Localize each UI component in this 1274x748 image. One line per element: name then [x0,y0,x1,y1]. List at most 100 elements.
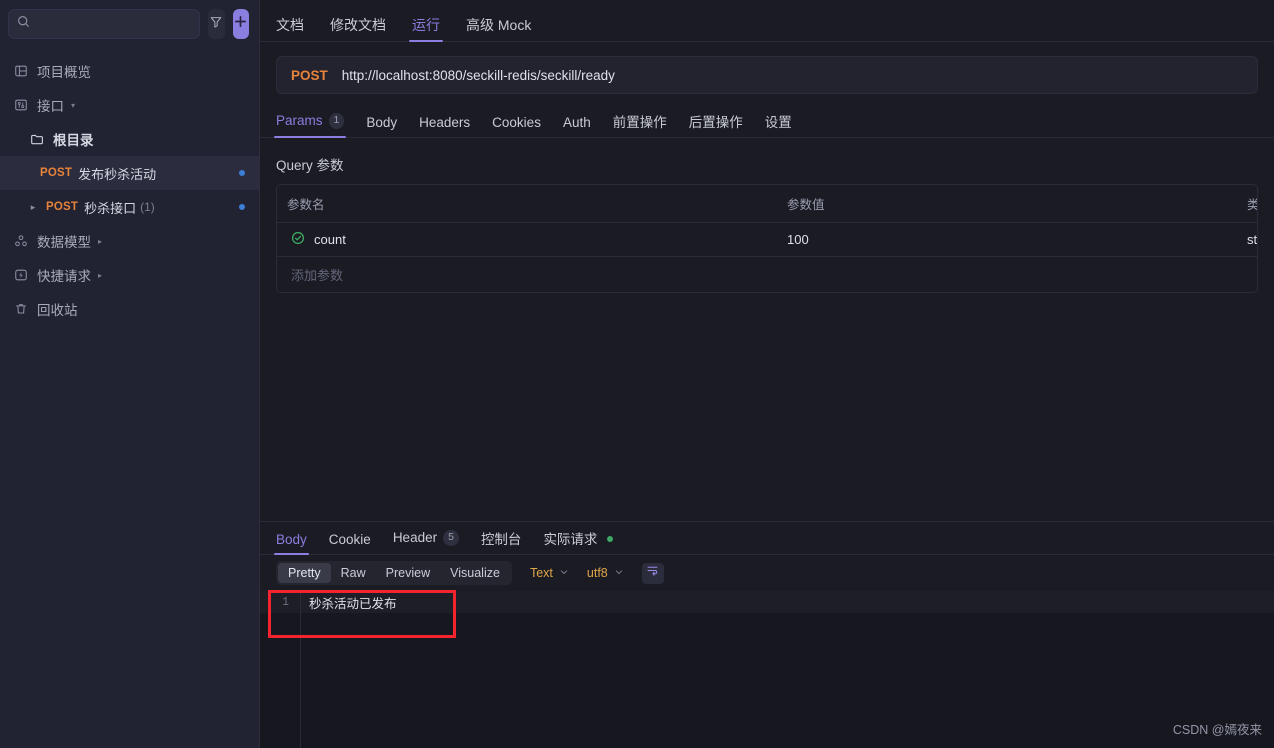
sidebar-toolbar [0,0,259,48]
search-input[interactable] [36,17,191,31]
search-icon [17,15,30,33]
add-button[interactable] [232,9,249,39]
tab-document[interactable]: 文档 [276,18,304,41]
chevron-right-icon[interactable]: ▸ [28,202,38,213]
column-header-type: 类型 [1237,185,1257,223]
chevron-right-icon[interactable]: ▸ [98,237,102,246]
encoding-select[interactable]: utf8 [587,564,624,582]
unsaved-dot-icon [239,204,245,210]
app-root: 项目概览 接口 ▾ 根目录 POST 发布秒杀活动 ▸ POST 秒杀接口 (1… [0,0,1274,748]
response-tab-cookie[interactable]: Cookie [329,532,371,555]
view-mode-pretty[interactable]: Pretty [278,563,331,583]
sidebar-item-label: 根目录 [53,133,94,148]
add-param-row[interactable]: 添加参数 [277,257,1257,293]
filter-icon [209,15,223,34]
sidebar-item-label: 发布秒杀活动 [78,166,157,182]
tab-auth[interactable]: Auth [563,115,591,138]
model-icon [12,234,30,248]
response-tab-header[interactable]: Header 5 [393,530,459,554]
main-panel: 文档 修改文档 运行 高级 Mock POST http://localhost… [260,0,1274,748]
bolt-icon [12,268,30,282]
status-dot-icon [607,536,614,543]
response-tab-console[interactable]: 控制台 [481,532,522,555]
method-label: POST [46,201,79,213]
plus-icon [233,14,248,34]
view-mode-group: Pretty Raw Preview Visualize [276,561,512,585]
sidebar-item-api-seckill[interactable]: ▸ POST 秒杀接口 (1) [0,190,259,224]
sidebar-item-data-models[interactable]: 数据模型 ▸ [0,224,259,258]
tab-params[interactable]: Params 1 [273,113,347,138]
sidebar: 项目概览 接口 ▾ 根目录 POST 发布秒杀活动 ▸ POST 秒杀接口 (1… [0,0,260,748]
add-param-placeholder[interactable]: 添加参数 [277,257,777,293]
request-url-text[interactable]: http://localhost:8080/seckill-redis/seck… [342,68,615,83]
sidebar-item-recycle-bin[interactable]: 回收站 [0,292,259,326]
tab-body[interactable]: Body [366,115,397,138]
response-tabs: Body Cookie Header 5 控制台 实际请求 [260,522,1274,555]
tab-advanced-mock[interactable]: 高级 Mock [466,18,531,41]
params-count-badge: 1 [328,113,345,129]
column-header-value: 参数值 [777,185,1237,223]
chevron-down-icon [559,564,569,582]
url-bar-wrapper: POST http://localhost:8080/seckill-redis… [260,42,1274,104]
trash-icon [12,302,30,316]
wrap-lines-icon [646,564,659,582]
response-toolbar: Pretty Raw Preview Visualize Text utf8 [260,555,1274,591]
layout-icon [12,64,30,78]
gutter-divider [300,591,301,748]
view-mode-preview[interactable]: Preview [376,563,440,583]
view-mode-raw[interactable]: Raw [331,563,376,583]
watermark-text: CSDN @嫣夜来 [1172,723,1262,737]
tab-cookies[interactable]: Cookies [492,115,541,138]
chevron-down-icon[interactable]: ▾ [71,101,75,110]
sidebar-item-label: 快捷请求 [37,269,91,284]
request-body-spacer [260,293,1274,521]
query-params-table: 参数名 参数值 类型 count [276,184,1258,293]
view-mode-visualize[interactable]: Visualize [440,563,510,583]
sidebar-tree: 项目概览 接口 ▾ 根目录 POST 发布秒杀活动 ▸ POST 秒杀接口 (1… [0,48,259,326]
param-name-value[interactable]: count [314,232,346,247]
folder-icon [28,132,46,147]
search-box[interactable] [8,9,200,39]
sidebar-item-label: 数据模型 [37,235,91,250]
tab-label: Params [276,113,323,129]
param-type-cell[interactable]: string [1237,222,1257,257]
response-body-editor[interactable]: 1 秒杀活动已发布 CSDN @嫣夜来 [260,590,1274,748]
tab-headers[interactable]: Headers [419,115,470,138]
check-circle-icon[interactable] [291,231,305,248]
response-tab-actual-request[interactable]: 实际请求 [543,531,614,555]
tab-edit-document[interactable]: 修改文档 [330,18,386,41]
tab-pre-operation[interactable]: 前置操作 [613,115,667,138]
format-select[interactable]: Text [530,564,569,582]
chevron-down-icon [614,564,624,582]
tab-post-operation[interactable]: 后置操作 [689,115,743,138]
sidebar-item-api-publish-seckill[interactable]: POST 发布秒杀活动 [0,156,259,190]
editor-line[interactable]: 1 秒杀活动已发布 [260,591,1274,613]
format-select-value: Text [529,566,553,580]
url-bar[interactable]: POST http://localhost:8080/seckill-redis… [276,56,1258,94]
sidebar-item-root-folder[interactable]: 根目录 [0,122,259,156]
line-content[interactable]: 秒杀活动已发布 [300,593,397,612]
sidebar-item-label: 秒杀接口 [84,200,137,216]
tab-label: 实际请求 [543,531,598,547]
sidebar-item-quick-request[interactable]: 快捷请求 ▸ [0,258,259,292]
sidebar-item-count: (1) [140,200,155,214]
api-icon [12,98,30,112]
param-value-cell[interactable]: 100 [777,222,1237,257]
request-method-label: POST [291,67,328,83]
wrap-lines-button[interactable] [641,562,664,584]
table-row[interactable]: count 100 string [277,222,1257,257]
query-params-title: Query 参数 [276,158,344,173]
column-header-name: 参数名 [277,185,777,223]
sidebar-item-project-overview[interactable]: 项目概览 [0,54,259,88]
response-panel: Body Cookie Header 5 控制台 实际请求 Pretty Raw… [260,521,1274,748]
sidebar-item-interfaces[interactable]: 接口 ▾ [0,88,259,122]
tab-settings[interactable]: 设置 [765,115,792,138]
table-header-row: 参数名 参数值 类型 [277,185,1257,223]
tab-run[interactable]: 运行 [409,18,443,42]
response-tab-body[interactable]: Body [274,532,309,555]
method-label: POST [40,167,73,179]
request-tabs: Params 1 Body Headers Cookies Auth 前置操作 … [260,104,1274,138]
sidebar-item-label: 接口 [37,99,64,114]
filter-button[interactable] [208,9,225,39]
chevron-right-icon[interactable]: ▸ [98,271,102,280]
